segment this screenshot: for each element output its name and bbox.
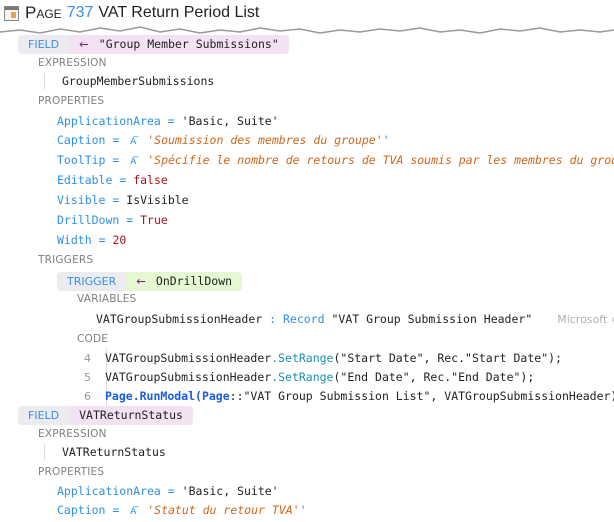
code-line-4: 4 VATGroupSubmissionHeader.SetRange("Star… [84, 351, 562, 365]
field-keyword: FIELD [18, 35, 70, 54]
object-name: VAT Return Period List [98, 4, 260, 21]
field-name: "Group Member Submissions" [98, 37, 279, 51]
variable-declaration: VATGroupSubmissionHeader : Record "VAT G… [96, 309, 614, 329]
arrow-left-icon: ← [79, 37, 89, 51]
page-title: Page 737 VAT Return Period List [4, 2, 259, 24]
variables-label: VARIABLES [77, 293, 137, 305]
property-caption: Caption = A͞ 'Statut du retour TVA'' [57, 503, 307, 517]
triggers-label: TRIGGERS [38, 254, 94, 266]
properties-label: PROPERTIES [38, 95, 105, 107]
arrow-left-icon: ← [136, 274, 146, 288]
field-keyword: FIELD [18, 406, 70, 425]
expression-label: EXPRESSION [38, 57, 107, 69]
variable-type-arg[interactable]: "VAT Group Submission Header" [331, 312, 532, 326]
code-label: CODE [77, 333, 109, 345]
expression-value: VATReturnStatus [62, 445, 166, 459]
trigger-name: OnDrillDown [155, 274, 233, 288]
page-icon [4, 5, 19, 21]
properties-label: PROPERTIES [38, 466, 105, 478]
field-header-vatreturnstatus[interactable]: FIELD VATReturnStatus [18, 404, 193, 425]
code-line-5: 5 VATGroupSubmissionHeader.SetRange("End … [84, 370, 535, 384]
variable-name: VATGroupSubmissionHeader [96, 312, 263, 326]
field-header-group-member-submissions[interactable]: FIELD ← "Group Member Submissions" [18, 33, 289, 54]
property-width: Width = 20 [57, 233, 127, 247]
translation-icon[interactable]: A͞ [130, 506, 136, 517]
property-application-area: ApplicationArea = 'Basic, Suite' [57, 484, 279, 498]
property-drilldown: DrillDown = True [57, 213, 168, 227]
property-tooltip: ToolTip = A͞ 'Spécifie le nombre de reto… [57, 153, 614, 167]
property-editable: Editable = false [57, 173, 168, 187]
translation-icon[interactable]: A͞ [130, 156, 136, 167]
trigger-header-ondrilldown[interactable]: TRIGGER ← OnDrillDown [57, 270, 243, 291]
property-application-area: ApplicationArea = 'Basic, Suite' [57, 114, 279, 128]
namespace-breadcrumb: Microsoft › VAT [557, 313, 614, 326]
property-visible: Visible = IsVisible [57, 193, 189, 207]
expression-value: GroupMemberSubmissions [62, 74, 215, 88]
object-id[interactable]: 737 [67, 4, 94, 22]
field-name: VATReturnStatus [79, 408, 183, 422]
code-line-6: 6 Page.RunModal(Page::"VAT Group Submissi… [84, 389, 614, 403]
expression-guide [44, 444, 45, 460]
variable-type: Record [282, 312, 325, 326]
translation-icon[interactable]: A͞ [130, 136, 136, 147]
property-caption: Caption = A͞ 'Soumission des membres du … [57, 133, 390, 147]
expression-guide [44, 73, 45, 89]
expression-label: EXPRESSION [38, 428, 107, 440]
object-type: Page [25, 3, 62, 22]
